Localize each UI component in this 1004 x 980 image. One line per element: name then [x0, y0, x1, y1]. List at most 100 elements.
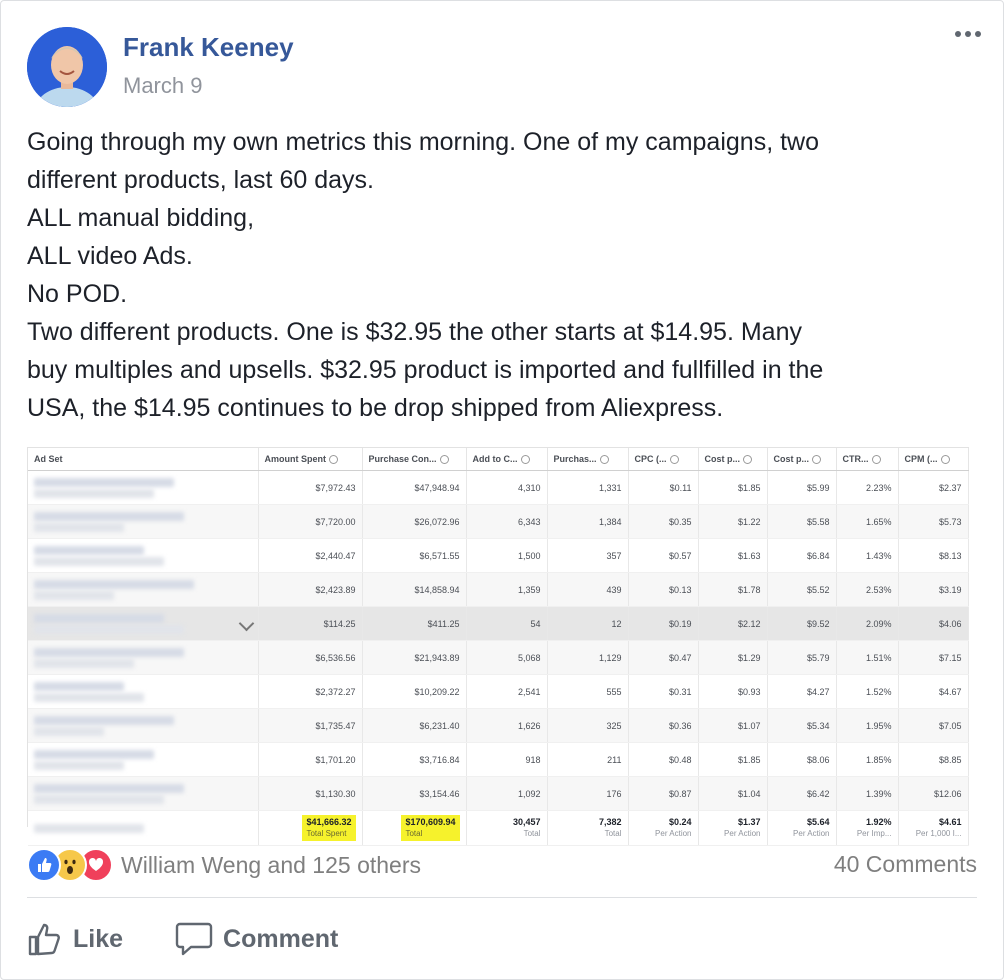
table-cell: $0.93	[698, 674, 768, 709]
column-header[interactable]: Purchase Con...	[362, 448, 467, 471]
info-icon	[439, 455, 449, 465]
ad-set-name-cell[interactable]	[28, 606, 259, 641]
table-cell: 1.95%	[836, 708, 899, 743]
table-cell: $4.27	[767, 674, 837, 709]
table-cell: $7.05	[898, 708, 969, 743]
table-cell: $21,943.89	[362, 640, 467, 675]
post-text-line: different products, last 60 days.	[27, 166, 374, 194]
table-row[interactable]: $2,440.47 $6,571.55 1,500 357 $0.57 $1.63 $6.8…	[28, 538, 969, 573]
ad-set-name-cell[interactable]	[28, 742, 259, 777]
author-name[interactable]: Frank Keeney	[123, 32, 294, 63]
table-cell: 1.39%	[836, 776, 899, 811]
table-cell: $1.85	[698, 742, 768, 777]
more-options-icon[interactable]	[955, 31, 981, 37]
table-cell: 5,068	[466, 640, 548, 675]
table-cell: $0.36	[628, 708, 699, 743]
ad-set-name-cell[interactable]	[28, 538, 259, 573]
like-button[interactable]: Like	[27, 921, 123, 957]
table-row[interactable]: $6,536.56 $21,943.89 5,068 1,129 $0.47 $1.29 $…	[28, 640, 969, 675]
table-cell: $3,154.46	[362, 776, 467, 811]
table-row[interactable]: $114.25 $411.25 54 12 $0.19 $2.12 $9.52 2.09% $4…	[28, 606, 969, 641]
table-cell: $4.06	[898, 606, 969, 641]
column-header[interactable]: CPM (...	[898, 448, 969, 471]
reaction-names[interactable]: William Weng and 125 others	[121, 852, 421, 879]
table-row[interactable]: $7,972.43 $47,948.94 4,310 1,331 $0.11 $1.85 $…	[28, 470, 969, 505]
table-cell: $0.31	[628, 674, 699, 709]
table-row[interactable]: $2,423.89 $14,858.94 1,359 439 $0.13 $1.78 $5.…	[28, 572, 969, 607]
table-cell: $14,858.94	[362, 572, 467, 607]
post-actions: Like Comment	[27, 913, 338, 965]
totals-name-cell	[28, 810, 259, 846]
info-icon	[940, 455, 950, 465]
post-image-ads-table[interactable]: Ad Set Amount Spent Purchase Con... Add …	[27, 447, 969, 846]
info-icon	[520, 455, 530, 465]
table-cell: 1,626	[466, 708, 548, 743]
table-cell: $0.47	[628, 640, 699, 675]
table-cell: $0.35	[628, 504, 699, 539]
table-cell: 918	[466, 742, 548, 777]
ad-set-name-cell[interactable]	[28, 572, 259, 607]
author-avatar[interactable]	[27, 27, 107, 107]
table-cell: 1.52%	[836, 674, 899, 709]
table-cell: 1,331	[547, 470, 629, 505]
post-text-line: buy multiples and upsells. $32.95 produc…	[27, 356, 824, 384]
ad-set-name-cell[interactable]	[28, 674, 259, 709]
info-icon	[812, 455, 821, 465]
post-text-line: No POD.	[27, 280, 128, 308]
reactions-bar[interactable]: William Weng and 125 others	[27, 847, 421, 883]
table-cell: 2.23%	[836, 470, 899, 505]
ad-set-name-cell[interactable]	[28, 504, 259, 539]
table-cell: 2.09%	[836, 606, 899, 641]
table-cell: $2,440.47	[258, 538, 363, 573]
table-cell: $2,372.27	[258, 674, 363, 709]
table-row[interactable]: $1,735.47 $6,231.40 1,626 325 $0.36 $1.07 $5.3…	[28, 708, 969, 743]
total-cell: $4.61 Per 1,000 I...	[898, 810, 969, 846]
table-cell: $3,716.84	[362, 742, 467, 777]
table-cell: $0.11	[628, 470, 699, 505]
column-header[interactable]: Cost p...	[698, 448, 768, 471]
ad-set-name-cell[interactable]	[28, 776, 259, 811]
column-header[interactable]: Ad Set	[28, 448, 259, 471]
post-date[interactable]: March 9	[123, 73, 202, 99]
table-cell: 1,500	[466, 538, 548, 573]
table-cell: $0.57	[628, 538, 699, 573]
table-cell: 357	[547, 538, 629, 573]
table-cell: $1,130.30	[258, 776, 363, 811]
thumbs-up-icon	[28, 923, 60, 956]
column-header[interactable]: Add to C...	[466, 448, 548, 471]
like-icon	[27, 848, 61, 882]
post-text: Going through my own metrics this mornin…	[27, 123, 987, 427]
table-cell: $5.99	[767, 470, 837, 505]
post-text-line: Going through my own metrics this mornin…	[27, 128, 819, 156]
table-cell: 1.43%	[836, 538, 899, 573]
ad-set-name-cell[interactable]	[28, 640, 259, 675]
table-cell: $1.63	[698, 538, 768, 573]
table-cell: $1.22	[698, 504, 768, 539]
table-cell: $5.34	[767, 708, 837, 743]
table-cell: $5.79	[767, 640, 837, 675]
info-icon	[329, 455, 338, 465]
table-row[interactable]: $2,372.27 $10,209.22 2,541 555 $0.31 $0.93 $4.…	[28, 674, 969, 709]
column-header[interactable]: CPC (...	[628, 448, 699, 471]
column-header[interactable]: Amount Spent	[258, 448, 363, 471]
table-row[interactable]: $7,720.00 $26,072.96 6,343 1,384 $0.35 $1.22 $…	[28, 504, 969, 539]
table-cell: $2,423.89	[258, 572, 363, 607]
comments-count[interactable]: 40 Comments	[834, 851, 977, 878]
ad-set-name-cell[interactable]	[28, 708, 259, 743]
post-card: Frank Keeney March 9 Going through my ow…	[0, 0, 1004, 980]
comment-button[interactable]: Comment	[175, 921, 338, 957]
ad-set-name-cell[interactable]	[28, 470, 259, 505]
table-cell: $1.04	[698, 776, 768, 811]
table-row[interactable]: $1,130.30 $3,154.46 1,092 176 $0.87 $1.04 $6.4…	[28, 776, 969, 811]
table-cell: $10,209.22	[362, 674, 467, 709]
table-cell: $8.06	[767, 742, 837, 777]
table-cell: $47,948.94	[362, 470, 467, 505]
table-cell: 1,384	[547, 504, 629, 539]
column-header[interactable]: Purchas...	[547, 448, 629, 471]
post-text-line: Two different products. One is $32.95 th…	[27, 318, 802, 346]
table-row[interactable]: $1,701.20 $3,716.84 918 211 $0.48 $1.85 $8.06 1…	[28, 742, 969, 777]
edit-icon[interactable]	[238, 615, 254, 632]
table-cell: $9.52	[767, 606, 837, 641]
column-header[interactable]: CTR...	[836, 448, 899, 471]
column-header[interactable]: Cost p...	[767, 448, 837, 471]
